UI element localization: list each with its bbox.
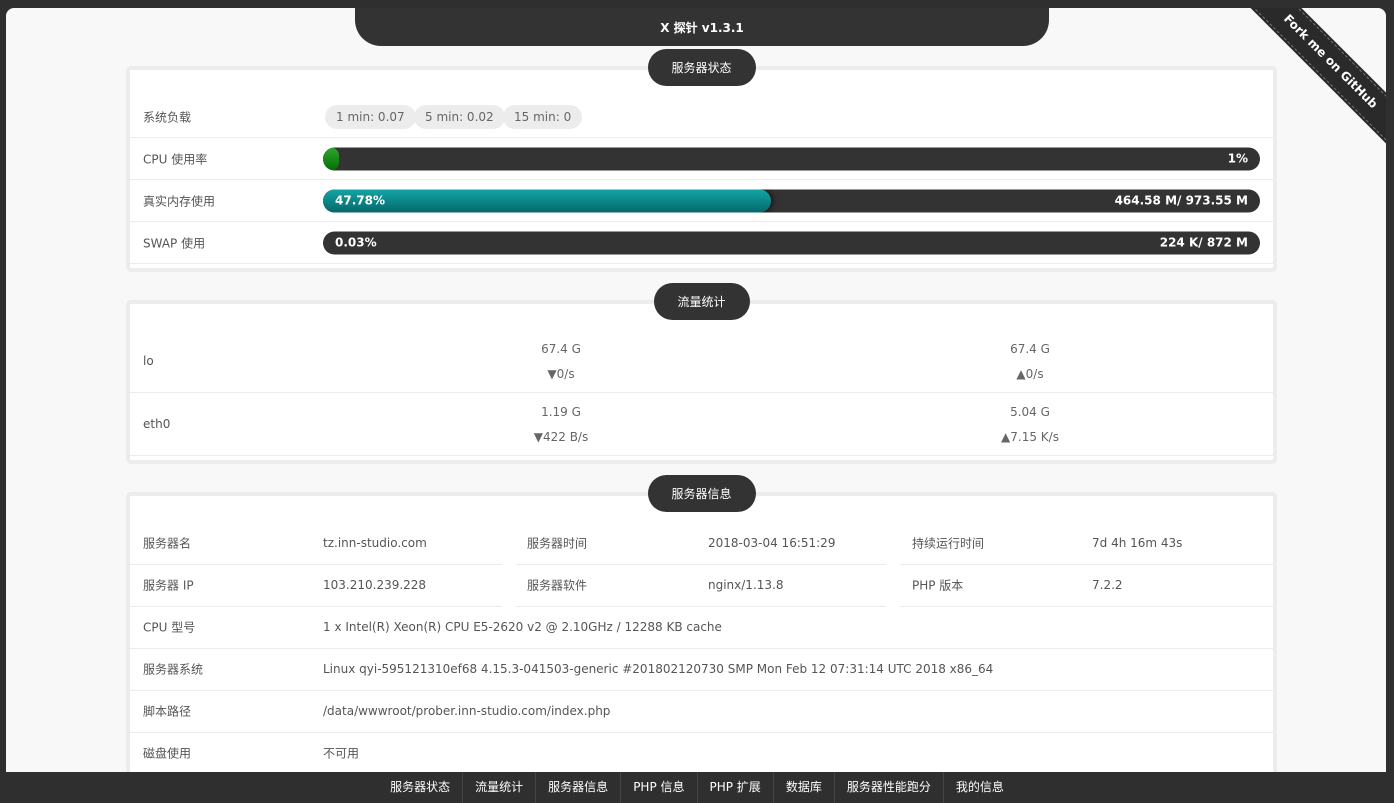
cpu-model-value: 1 x Intel(R) Xeon(R) CPU E5-2620 v2 @ 2.… bbox=[323, 620, 722, 634]
server-software-value: nginx/1.13.8 bbox=[708, 578, 784, 592]
hostname-label: 服务器名 bbox=[143, 536, 192, 551]
script-path-row: 脚本路径 /data/wwwroot/prober.inn-studio.com… bbox=[130, 690, 1273, 733]
uptime-value: 7d 4h 16m 43s bbox=[1092, 536, 1183, 550]
server-time-value: 2018-03-04 16:51:29 bbox=[708, 536, 836, 550]
traffic-heading: 流量统计 bbox=[653, 283, 750, 320]
nav-server-status[interactable]: 服务器状态 bbox=[378, 772, 462, 803]
column-gap bbox=[502, 522, 516, 565]
swap-usage-label: SWAP 使用 bbox=[143, 236, 206, 250]
traffic-card: 流量统计 lo 67.4 G ▼0/s 67.4 G ▲0/s eth0 1.1… bbox=[126, 283, 1277, 464]
disk-usage-label: 磁盘使用 bbox=[143, 746, 192, 761]
cpu-usage-fill bbox=[323, 147, 339, 170]
traffic-row-eth0: eth0 1.19 G ▼422 B/s 5.04 G ▲7.15 K/s bbox=[130, 393, 1273, 456]
server-info-card: 服务器信息 服务器名 tz.inn-studio.com 服务器时间 2018-… bbox=[126, 475, 1277, 772]
os-label: 服务器系统 bbox=[143, 662, 204, 677]
page-container: X 探针 v1.3.1 Fork me on GitHub 服务器状态 系统负载… bbox=[6, 8, 1386, 772]
nav-database[interactable]: 数据库 bbox=[772, 772, 834, 803]
cpu-model-label: CPU 型号 bbox=[143, 620, 196, 635]
disk-usage-row: 磁盘使用 不可用 bbox=[130, 732, 1273, 772]
nav-php-extensions[interactable]: PHP 扩展 bbox=[696, 772, 773, 803]
server-time-label: 服务器时间 bbox=[527, 536, 588, 551]
server-status-card: 服务器状态 系统负载 1 min: 0.07 5 min: 0.02 15 mi… bbox=[126, 49, 1277, 272]
traffic-iface-lo: lo bbox=[143, 354, 154, 368]
server-ip-label: 服务器 IP bbox=[143, 578, 194, 593]
load-5min-chip: 5 min: 0.02 bbox=[414, 104, 505, 129]
tx-total: 67.4 G bbox=[1010, 342, 1050, 356]
memory-usage-fill bbox=[323, 189, 771, 212]
nav-php-info[interactable]: PHP 信息 bbox=[620, 772, 696, 803]
os-value: Linux qyi-595121310ef68 4.15.3-041503-ge… bbox=[323, 662, 994, 676]
traffic-row-lo: lo 67.4 G ▼0/s 67.4 G ▲0/s bbox=[130, 330, 1273, 393]
tx-rate: ▲7.15 K/s bbox=[1001, 430, 1059, 444]
memory-usage-row: 真实内存使用 47.78% 464.58 M/ 973.55 M bbox=[130, 180, 1273, 222]
swap-usage-amount: 224 K/ 872 M bbox=[1159, 235, 1248, 249]
cpu-usage-label: CPU 使用率 bbox=[143, 152, 208, 166]
rx-total: 1.19 G bbox=[541, 405, 581, 419]
nav-benchmark[interactable]: 服务器性能跑分 bbox=[833, 772, 943, 803]
cpu-usage-bar: 1% bbox=[323, 147, 1260, 170]
uptime-label: 持续运行时间 bbox=[912, 536, 985, 551]
memory-usage-bar: 47.78% 464.58 M/ 973.55 M bbox=[323, 189, 1260, 212]
nav-server-info[interactable]: 服务器信息 bbox=[535, 772, 620, 803]
swap-usage-percent: 0.03% bbox=[335, 235, 377, 249]
cpu-model-row: CPU 型号 1 x Intel(R) Xeon(R) CPU E5-2620 … bbox=[130, 606, 1273, 649]
server-ip-value: 103.210.239.228 bbox=[323, 578, 427, 592]
disk-usage-value: 不可用 bbox=[323, 746, 360, 761]
php-version-value: 7.2.2 bbox=[1092, 578, 1123, 592]
script-path-value: /data/wwwroot/prober.inn-studio.com/inde… bbox=[323, 704, 611, 718]
system-load-row: 系统负载 1 min: 0.07 5 min: 0.02 15 min: 0 bbox=[130, 96, 1273, 138]
hostname-value: tz.inn-studio.com bbox=[323, 536, 427, 550]
swap-usage-row: SWAP 使用 0.03% 224 K/ 872 M bbox=[130, 222, 1273, 264]
os-row: 服务器系统 Linux qyi-595121310ef68 4.15.3-041… bbox=[130, 648, 1273, 691]
memory-usage-label: 真实内存使用 bbox=[143, 194, 216, 208]
cpu-usage-percent: 1% bbox=[1227, 151, 1248, 165]
tx-rate: ▲0/s bbox=[1016, 367, 1044, 381]
column-gap bbox=[886, 564, 900, 607]
rx-total: 67.4 G bbox=[541, 342, 581, 356]
rx-rate: ▼422 B/s bbox=[533, 430, 589, 444]
info-row-1: 服务器名 tz.inn-studio.com 服务器时间 2018-03-04 … bbox=[130, 522, 1273, 565]
traffic-rx-eth0: 1.19 G ▼422 B/s bbox=[461, 405, 661, 445]
info-row-2: 服务器 IP 103.210.239.228 服务器软件 nginx/1.13.… bbox=[130, 564, 1273, 607]
tx-total: 5.04 G bbox=[1010, 405, 1050, 419]
memory-usage-amount: 464.58 M/ 973.55 M bbox=[1114, 193, 1248, 207]
script-path-label: 脚本路径 bbox=[143, 704, 192, 719]
server-info-heading: 服务器信息 bbox=[647, 475, 756, 512]
system-load-label: 系统负载 bbox=[143, 110, 192, 124]
swap-usage-bar: 0.03% 224 K/ 872 M bbox=[323, 231, 1260, 254]
traffic-tx-lo: 67.4 G ▲0/s bbox=[930, 342, 1130, 382]
memory-usage-percent: 47.78% bbox=[335, 193, 385, 207]
nav-my-info[interactable]: 我的信息 bbox=[942, 772, 1016, 803]
traffic-tx-eth0: 5.04 G ▲7.15 K/s bbox=[930, 405, 1130, 445]
column-gap bbox=[502, 564, 516, 607]
column-gap bbox=[886, 522, 900, 565]
server-status-heading: 服务器状态 bbox=[647, 49, 756, 86]
cpu-usage-row: CPU 使用率 1% bbox=[130, 138, 1273, 180]
traffic-iface-eth0: eth0 bbox=[143, 417, 171, 431]
load-15min-chip: 15 min: 0 bbox=[503, 104, 583, 129]
footer-nav: 服务器状态 流量统计 服务器信息 PHP 信息 PHP 扩展 数据库 服务器性能… bbox=[0, 772, 1394, 803]
app-title: X 探针 v1.3.1 bbox=[355, 8, 1049, 46]
load-1min-chip: 1 min: 0.07 bbox=[325, 104, 416, 129]
server-software-label: 服务器软件 bbox=[527, 578, 588, 593]
rx-rate: ▼0/s bbox=[547, 367, 575, 381]
nav-traffic[interactable]: 流量统计 bbox=[462, 772, 535, 803]
traffic-rx-lo: 67.4 G ▼0/s bbox=[461, 342, 661, 382]
php-version-label: PHP 版本 bbox=[912, 578, 964, 593]
